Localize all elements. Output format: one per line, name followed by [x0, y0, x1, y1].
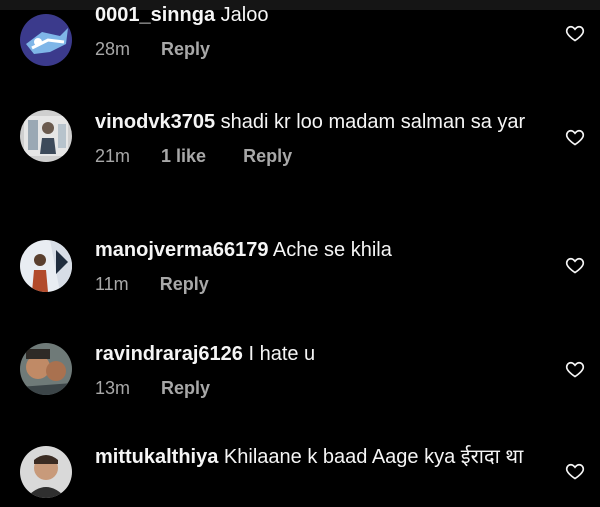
- heart-outline-icon[interactable]: [565, 23, 585, 43]
- heart-outline-icon[interactable]: [565, 359, 585, 379]
- comment-username[interactable]: manojverma66179: [95, 239, 268, 261]
- reply-button[interactable]: Reply: [243, 146, 292, 167]
- avatar[interactable]: [20, 14, 72, 66]
- reply-button[interactable]: Reply: [161, 39, 210, 60]
- avatar[interactable]: [20, 446, 72, 498]
- comment-text: mittukalthiya Khilaane k baad Aage kya ई…: [95, 441, 550, 473]
- comment-time: 28m: [95, 39, 131, 59]
- avatar[interactable]: [20, 110, 72, 162]
- heart-outline-icon[interactable]: [565, 255, 585, 275]
- comment-body: shadi kr loo madam salman sa yar: [220, 111, 526, 133]
- comment-text: manojverma66179 Ache se khila: [95, 234, 550, 266]
- comment-meta: 13m Reply: [95, 378, 550, 399]
- comment-text: ravindraraj6126 I hate u: [95, 338, 550, 370]
- comment-body: I hate u: [248, 343, 316, 365]
- reply-button[interactable]: Reply: [161, 378, 210, 399]
- avatar[interactable]: [20, 240, 72, 292]
- comment-time: 11m: [95, 274, 129, 294]
- comment-text: vinodvk3705 shadi kr loo madam salman sa…: [95, 106, 550, 138]
- comment-time: 21m: [95, 146, 131, 166]
- comment-username[interactable]: ravindraraj6126: [95, 343, 243, 365]
- comment-username[interactable]: vinodvk3705: [95, 111, 215, 133]
- comment-time: 13m: [95, 378, 131, 398]
- profile-photo: [20, 446, 72, 498]
- comment-username[interactable]: mittukalthiya: [95, 446, 218, 468]
- comment-body: Ache se khila: [272, 239, 392, 261]
- comment-body: Khilaane k baad Aage kya ईरादा था: [223, 446, 524, 468]
- comment-meta: 11m Reply: [95, 274, 550, 295]
- comment-meta: 28m Reply: [95, 39, 550, 60]
- heart-outline-icon[interactable]: [565, 127, 585, 147]
- heart-outline-icon[interactable]: [565, 461, 585, 481]
- profile-photo: [20, 240, 72, 292]
- like-count[interactable]: 1 like: [161, 146, 206, 167]
- comment-username[interactable]: 0001_sinnga: [95, 4, 215, 26]
- reply-button[interactable]: Reply: [160, 274, 209, 295]
- comment-body: Jaloo: [220, 4, 269, 26]
- comment-text: 0001_sinnga Jaloo: [95, 0, 550, 31]
- avatar[interactable]: [20, 343, 72, 395]
- profile-photo: [20, 343, 72, 395]
- profile-photo: [20, 110, 72, 162]
- comment-meta: 21m 1 like Reply: [95, 146, 550, 167]
- profile-photo: [20, 14, 72, 66]
